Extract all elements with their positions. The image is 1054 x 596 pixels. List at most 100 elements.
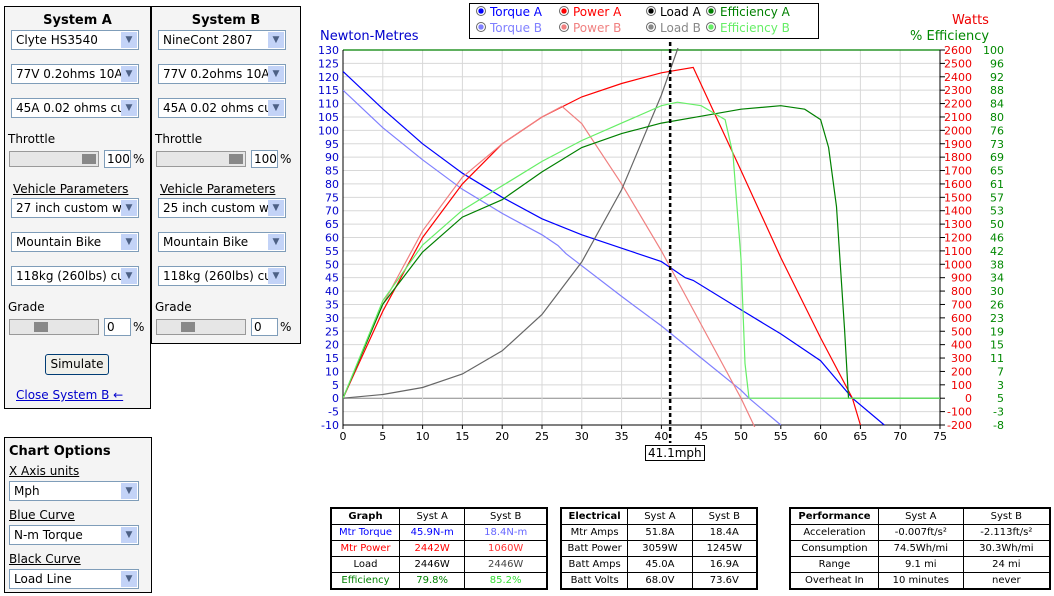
throttle-label: Throttle bbox=[8, 132, 56, 146]
x-axis-units-select[interactable]: Mph ▼ bbox=[9, 481, 139, 501]
left-tick-label: 95 bbox=[325, 138, 339, 151]
table-row: Mtr Amps 51.8A 18.4A bbox=[560, 524, 758, 541]
select-value: 77V 0.2ohms 10A bbox=[16, 67, 123, 81]
chevron-down-icon: ▼ bbox=[268, 100, 284, 116]
chevron-down-icon: ▼ bbox=[121, 66, 137, 82]
frame-select[interactable]: Mountain Bike ▼ bbox=[11, 232, 139, 252]
select-value: 118kg (260lbs) cu bbox=[16, 269, 125, 283]
legend-item[interactable]: Power B bbox=[559, 21, 621, 35]
black-curve-select[interactable]: Load Line ▼ bbox=[9, 569, 139, 589]
throttle-input[interactable]: 100 bbox=[251, 150, 278, 168]
column-header: Syst A bbox=[399, 507, 466, 525]
legend-item[interactable]: Efficiency A bbox=[706, 5, 790, 19]
controller-select[interactable]: 45A 0.02 ohms cu ▼ bbox=[158, 98, 286, 118]
radio-icon[interactable] bbox=[559, 22, 569, 32]
legend-item[interactable]: Load B bbox=[646, 21, 701, 35]
efficiency-tick-label: 84 bbox=[990, 98, 1004, 111]
wheel-select[interactable]: 25 inch custom w ▼ bbox=[158, 198, 286, 218]
column-header: Performance bbox=[789, 507, 879, 525]
motor-select[interactable]: Clyte HS3540 ▼ bbox=[11, 30, 139, 50]
legend-item[interactable]: Power A bbox=[559, 5, 621, 19]
efficiency-tick-label: 57 bbox=[990, 191, 1004, 204]
left-tick-label: 35 bbox=[325, 298, 339, 311]
legend-item[interactable]: Torque B bbox=[476, 21, 542, 35]
close-system-b-link[interactable]: Close System B ← bbox=[16, 388, 123, 402]
wheel-select[interactable]: 27 inch custom w ▼ bbox=[11, 198, 139, 218]
vehicle-parameters-label: Vehicle Parameters bbox=[160, 182, 276, 196]
legend-label: Efficiency B bbox=[720, 21, 790, 35]
weight-select[interactable]: 118kg (260lbs) cu ▼ bbox=[158, 266, 286, 286]
table-row: Mtr Torque 45.9N-m 18.4N-m bbox=[330, 524, 548, 541]
select-value: Mph bbox=[14, 484, 40, 498]
left-tick-label: 20 bbox=[325, 339, 339, 352]
left-tick-label: 55 bbox=[325, 245, 339, 258]
blue-curve-select[interactable]: N-m Torque ▼ bbox=[9, 525, 139, 545]
legend-item[interactable]: Efficiency B bbox=[706, 21, 790, 35]
simulate-button[interactable]: Simulate bbox=[45, 354, 109, 375]
watts-tick-label: 300 bbox=[951, 352, 972, 365]
grade-label: Grade bbox=[155, 300, 192, 314]
watts-tick-label: 800 bbox=[951, 285, 972, 298]
x-tick-label: 70 bbox=[893, 430, 907, 443]
efficiency-tick-label: 61 bbox=[990, 178, 1004, 191]
legend-label: Torque B bbox=[490, 21, 543, 35]
weight-select[interactable]: 118kg (260lbs) cu ▼ bbox=[11, 266, 139, 286]
table-cell: 10 minutes bbox=[877, 572, 964, 590]
battery-select[interactable]: 77V 0.2ohms 10A ▼ bbox=[11, 64, 139, 84]
efficiency-tick-label: 23 bbox=[990, 312, 1004, 325]
grade-slider[interactable] bbox=[9, 319, 99, 335]
table-cell: 45.9N-m bbox=[399, 524, 466, 541]
electrical-table: Electrical Syst A Syst B Mtr Amps 51.8A 18.4A… bbox=[560, 507, 758, 590]
radio-icon[interactable] bbox=[559, 6, 569, 16]
x-tick-label: 45 bbox=[694, 430, 708, 443]
table-row: Mtr Power 2442W 1060W bbox=[330, 540, 548, 557]
grade-input[interactable]: 0 bbox=[104, 318, 131, 336]
legend-item[interactable]: Load A bbox=[646, 5, 701, 19]
left-tick-label: 85 bbox=[325, 165, 339, 178]
chevron-down-icon: ▼ bbox=[121, 200, 137, 216]
watts-tick-label: 1000 bbox=[944, 258, 972, 271]
motor-select[interactable]: NineCont 2807 ▼ bbox=[158, 30, 286, 50]
legend-label: Load B bbox=[660, 21, 701, 35]
radio-icon[interactable] bbox=[476, 22, 486, 32]
x-tick-label: 75 bbox=[933, 430, 947, 443]
table-cell: -2.113ft/s² bbox=[962, 524, 1051, 541]
left-tick-label: 75 bbox=[325, 191, 339, 204]
grade-input[interactable]: 0 bbox=[251, 318, 278, 336]
table-cell: 51.8A bbox=[627, 524, 693, 541]
efficiency-tick-label: 7 bbox=[997, 365, 1004, 378]
radio-icon[interactable] bbox=[706, 22, 716, 32]
system-title: System A bbox=[43, 13, 112, 28]
slider-thumb[interactable] bbox=[181, 322, 195, 332]
efficiency-axis-title: % Efficiency bbox=[910, 29, 990, 44]
table-cell: 74.5Wh/mi bbox=[877, 540, 964, 557]
throttle-slider[interactable] bbox=[9, 151, 99, 167]
efficiency-tick-label: 3 bbox=[997, 379, 1004, 392]
slider-thumb[interactable] bbox=[229, 154, 243, 164]
radio-icon[interactable] bbox=[646, 22, 656, 32]
grade-slider[interactable] bbox=[156, 319, 246, 335]
left-tick-label: 40 bbox=[325, 285, 339, 298]
left-tick-label: 45 bbox=[325, 272, 339, 285]
battery-select[interactable]: 77V 0.2ohms 10A ▼ bbox=[158, 64, 286, 84]
radio-icon[interactable] bbox=[476, 6, 486, 16]
column-header: Syst B bbox=[464, 507, 548, 525]
percent-sign: % bbox=[133, 320, 145, 334]
table-row: Efficiency 79.8% 85.2% bbox=[330, 572, 548, 590]
throttle-input[interactable]: 100 bbox=[104, 150, 131, 168]
radio-icon[interactable] bbox=[646, 6, 656, 16]
legend-item[interactable]: Torque A bbox=[476, 5, 542, 19]
radio-icon[interactable] bbox=[706, 6, 716, 16]
table-cell: Batt Volts bbox=[560, 572, 629, 590]
slider-thumb[interactable] bbox=[34, 322, 48, 332]
left-tick-label: 15 bbox=[325, 352, 339, 365]
x-tick-label: 60 bbox=[814, 430, 828, 443]
left-tick-label: -10 bbox=[321, 419, 339, 432]
watts-tick-label: 1100 bbox=[944, 245, 972, 258]
frame-select[interactable]: Mountain Bike ▼ bbox=[158, 232, 286, 252]
slider-thumb[interactable] bbox=[82, 154, 96, 164]
left-tick-label: 0 bbox=[332, 392, 339, 405]
controller-select[interactable]: 45A 0.02 ohms cu ▼ bbox=[11, 98, 139, 118]
throttle-slider[interactable] bbox=[156, 151, 246, 167]
select-value: 45A 0.02 ohms cu bbox=[163, 101, 272, 115]
